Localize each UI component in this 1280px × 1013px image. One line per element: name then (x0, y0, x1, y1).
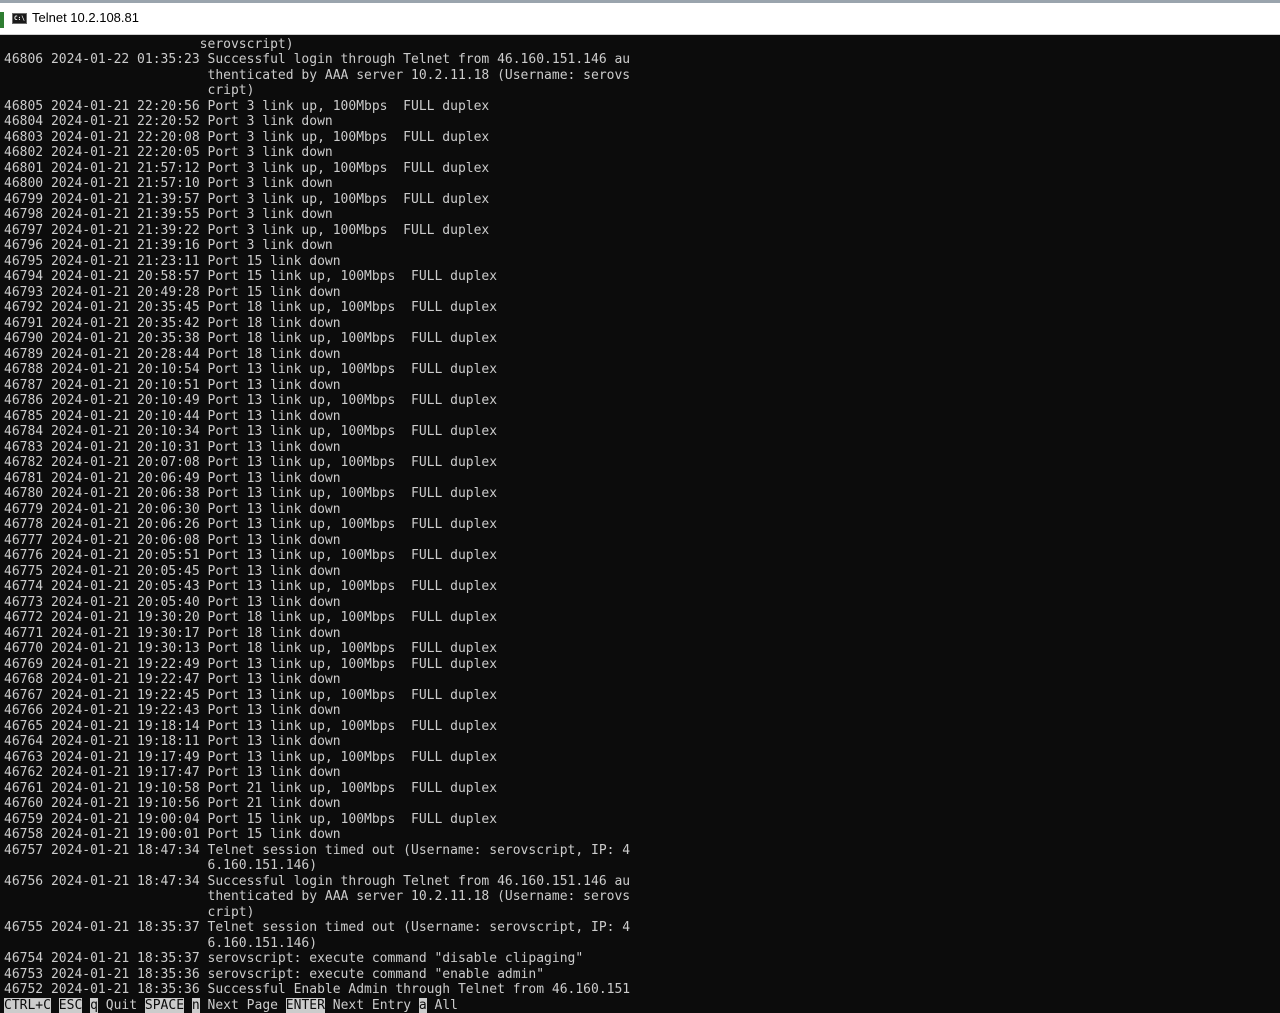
key-hint-label (51, 998, 59, 1013)
terminal-line: 46799 2024-01-21 21:39:57 Port 3 link up… (4, 191, 490, 207)
key-hint-space: SPACE (144, 998, 185, 1013)
window-titlebar[interactable]: C:\ Telnet 10.2.108.81 (0, 0, 1280, 35)
terminal-line: 46804 2024-01-21 22:20:52 Port 3 link do… (4, 114, 333, 129)
terminal-line: 46762 2024-01-21 19:17:47 Port 13 link d… (4, 765, 341, 780)
terminal-line: 46784 2024-01-21 20:10:34 Port 13 link u… (4, 424, 498, 439)
terminal-line: 46773 2024-01-21 20:05:40 Port 13 link d… (4, 594, 341, 610)
key-hint-enter: ENTER (285, 998, 325, 1013)
terminal-line: 46770 2024-01-21 19:30:13 Port 18 link u… (4, 641, 498, 656)
terminal-line: 46786 2024-01-21 20:10:49 Port 13 link u… (4, 393, 498, 408)
key-hint-ctrl-c: CTRL+C (4, 998, 51, 1013)
terminal-line: 46753 2024-01-21 18:35:36 serovscript: e… (4, 966, 545, 982)
terminal-line: 46790 2024-01-21 20:35:38 Port 18 link u… (4, 331, 498, 346)
terminal-line: 6.160.151.146) (4, 935, 318, 951)
terminal-line: 46801 2024-01-21 21:57:12 Port 3 link up… (4, 160, 490, 176)
terminal-line: 46771 2024-01-21 19:30:17 Port 18 link d… (4, 625, 341, 641)
key-hint-label: Next Page (199, 998, 286, 1013)
terminal-line: 46757 2024-01-21 18:47:34 Telnet session… (4, 842, 631, 858)
terminal-line: 46768 2024-01-21 19:22:47 Port 13 link d… (4, 672, 341, 687)
terminal-line: 46794 2024-01-21 20:58:57 Port 15 link u… (4, 269, 498, 284)
terminal-line: 46779 2024-01-21 20:06:30 Port 13 link d… (4, 501, 341, 517)
terminal-line: 46763 2024-01-21 19:17:49 Port 13 link u… (4, 749, 498, 765)
terminal-line: 46781 2024-01-21 20:06:49 Port 13 link d… (4, 470, 341, 486)
terminal-line: 46780 2024-01-21 20:06:38 Port 13 link u… (4, 486, 498, 501)
terminal-line: 46777 2024-01-21 20:06:08 Port 13 link d… (4, 532, 341, 548)
terminal-line: 46785 2024-01-21 20:10:44 Port 13 link d… (4, 408, 341, 424)
terminal-line: 46758 2024-01-21 19:00:01 Port 15 link d… (4, 827, 341, 842)
terminal-line: 46800 2024-01-21 21:57:10 Port 3 link do… (4, 176, 333, 191)
terminal-line: thenticated by AAA server 10.2.11.18 (Us… (4, 67, 631, 83)
terminal-line: 46760 2024-01-21 19:10:56 Port 21 link d… (4, 796, 341, 811)
terminal-line: 46788 2024-01-21 20:10:54 Port 13 link u… (4, 362, 498, 377)
key-hint-n: n (191, 998, 200, 1013)
terminal-line: 46772 2024-01-21 19:30:20 Port 18 link u… (4, 610, 498, 625)
terminal-line: cript) (4, 904, 255, 920)
terminal-line: 46774 2024-01-21 20:05:43 Port 13 link u… (4, 579, 498, 594)
terminal-line: 46759 2024-01-21 19:00:04 Port 15 link u… (4, 811, 498, 827)
terminal-line: 46787 2024-01-21 20:10:51 Port 13 link d… (4, 377, 341, 393)
key-hint-a: a (418, 998, 427, 1013)
terminal-output[interactable]: serovscript) 46806 2024-01-22 01:35:23 Su… (0, 35, 1280, 1013)
terminal-line: 46789 2024-01-21 20:28:44 Port 18 link d… (4, 346, 341, 362)
pager-status-bar: CTRL+C ESC q Quit SPACE n Next Page ENTE… (4, 998, 458, 1013)
terminal-line: 46775 2024-01-21 20:05:45 Port 13 link d… (4, 563, 341, 579)
terminal-line: cript) (4, 83, 255, 98)
terminal-line: 46791 2024-01-21 20:35:42 Port 18 link d… (4, 315, 341, 331)
terminal-line: 46765 2024-01-21 19:18:14 Port 13 link u… (4, 718, 498, 734)
terminal-line: 46756 2024-01-21 18:47:34 Successful log… (4, 873, 631, 889)
key-hint-q: q (90, 998, 98, 1013)
terminal-line: 46805 2024-01-21 22:20:56 Port 3 link up… (4, 98, 490, 114)
terminal-line: 46764 2024-01-21 19:18:11 Port 13 link d… (4, 734, 341, 749)
terminal-line: 46802 2024-01-21 22:20:05 Port 3 link do… (4, 145, 333, 160)
key-hint-label (82, 998, 90, 1013)
terminal-line: 46766 2024-01-21 19:22:43 Port 13 link d… (4, 703, 341, 718)
terminal-line: 46793 2024-01-21 20:49:28 Port 15 link d… (4, 284, 341, 300)
terminal-line: 46792 2024-01-21 20:35:45 Port 18 link u… (4, 300, 498, 315)
terminal-line: 46761 2024-01-21 19:10:58 Port 21 link u… (4, 780, 498, 796)
terminal-line: 46797 2024-01-21 21:39:22 Port 3 link up… (4, 222, 490, 238)
terminal-line: serovscript) (4, 36, 294, 52)
key-hint-esc: ESC (58, 998, 83, 1013)
terminal-line: 46806 2024-01-22 01:35:23 Successful log… (4, 52, 631, 67)
terminal-line: 46803 2024-01-21 22:20:08 Port 3 link up… (4, 129, 490, 145)
terminal-line: 46798 2024-01-21 21:39:55 Port 3 link do… (4, 207, 333, 222)
terminal-line: 46776 2024-01-21 20:05:51 Port 13 link u… (4, 548, 498, 563)
terminal-left-edge (0, 35, 3, 1013)
terminal-line: 46754 2024-01-21 18:35:37 serovscript: e… (4, 951, 584, 966)
window-edge-marker (0, 12, 4, 28)
key-hint-label (184, 998, 192, 1013)
terminal-line: 46755 2024-01-21 18:35:37 Telnet session… (4, 920, 631, 935)
window-title: Telnet 10.2.108.81 (32, 10, 139, 25)
key-hint-label: Quit (97, 998, 145, 1013)
terminal-line: 46795 2024-01-21 21:23:11 Port 15 link d… (4, 253, 341, 269)
terminal-line: 46782 2024-01-21 20:07:08 Port 13 link u… (4, 455, 498, 470)
terminal-line: 6.160.151.146) (4, 858, 318, 873)
terminal-line: 46796 2024-01-21 21:39:16 Port 3 link do… (4, 238, 333, 253)
terminal-line: 46752 2024-01-21 18:35:36 Successful Ena… (4, 982, 631, 997)
terminal-line: thenticated by AAA server 10.2.11.18 (Us… (4, 889, 631, 904)
terminal-line: 46769 2024-01-21 19:22:49 Port 13 link u… (4, 656, 498, 672)
titlebar-top-border (0, 0, 1280, 3)
console-icon[interactable]: C:\ (12, 13, 27, 24)
terminal-line: 46783 2024-01-21 20:10:31 Port 13 link d… (4, 439, 341, 455)
key-hint-label: Next Entry (324, 998, 419, 1013)
key-hint-label: All (426, 998, 459, 1013)
terminal-line: 46778 2024-01-21 20:06:26 Port 13 link u… (4, 517, 498, 532)
terminal-line: 46767 2024-01-21 19:22:45 Port 13 link u… (4, 687, 498, 703)
